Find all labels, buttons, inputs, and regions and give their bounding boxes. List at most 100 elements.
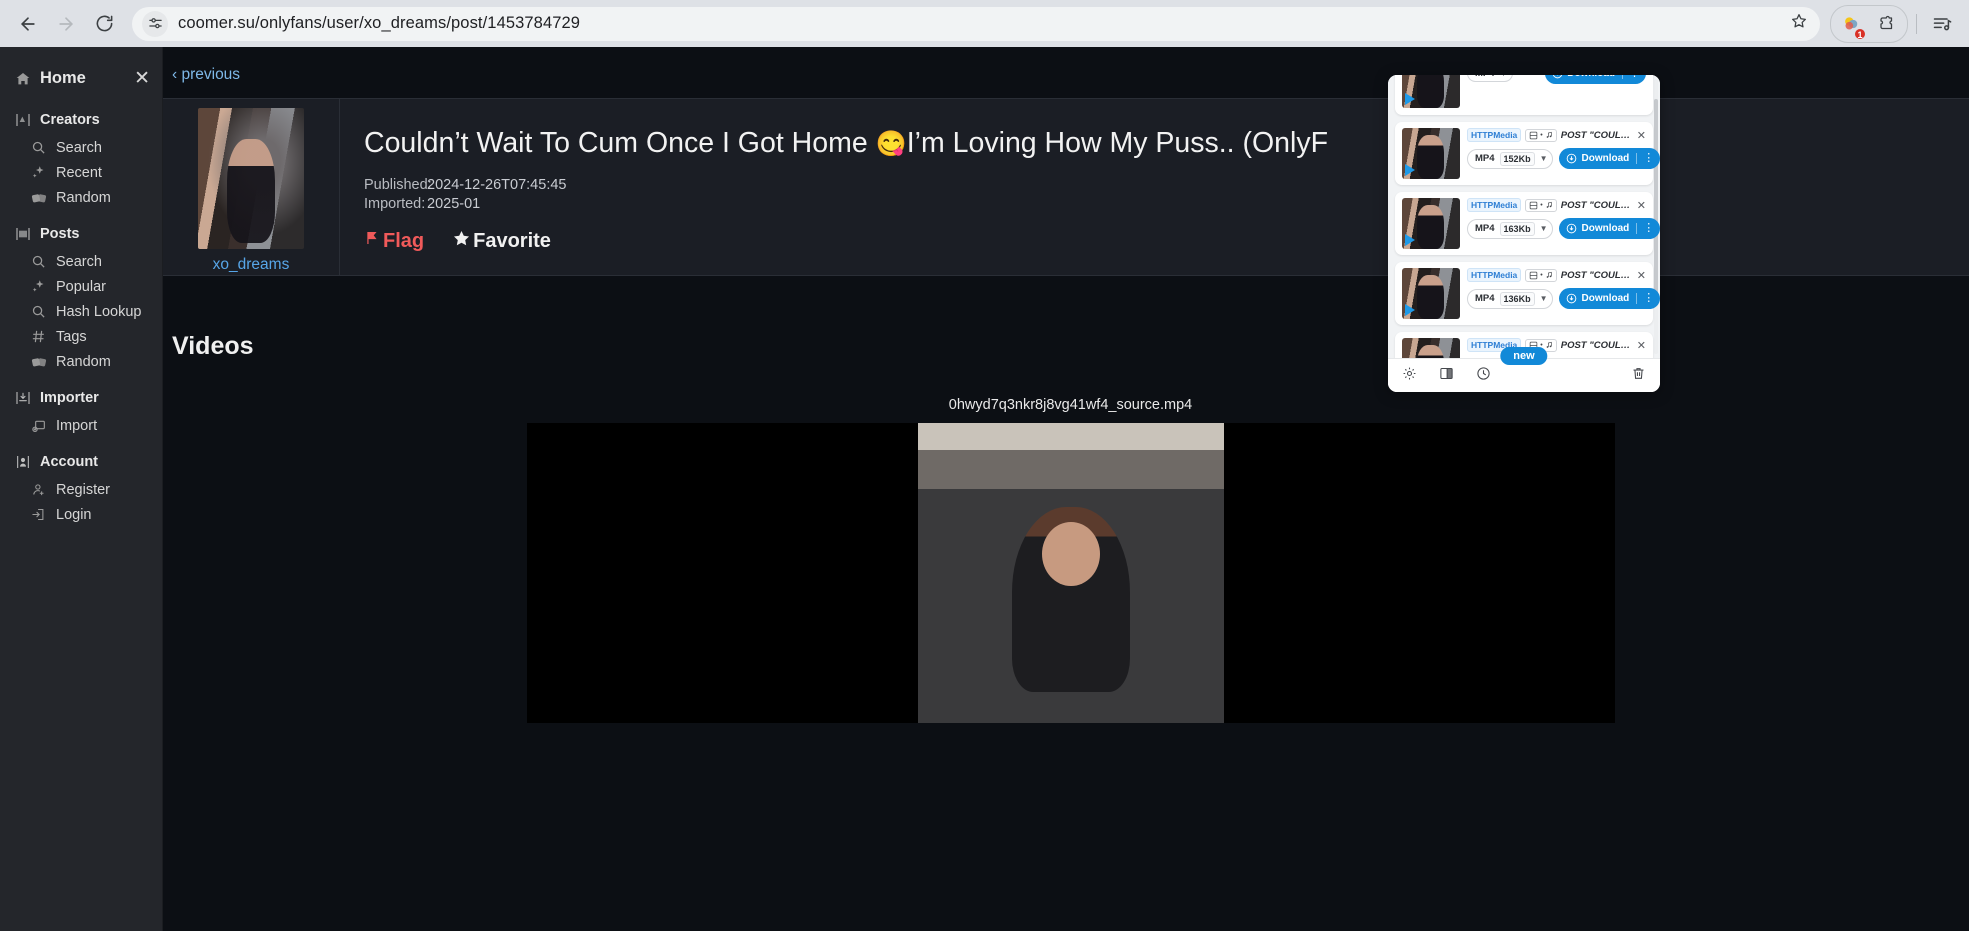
sidebar: Home ✕ Creators Search Recent Random Pos… — [0, 47, 163, 931]
download-details: HTTPMedia • POST "COULDN’T... ✕ MP4 — [1467, 268, 1660, 319]
address-bar[interactable]: coomer.su/onlyfans/user/xo_dreams/post/1… — [132, 6, 1820, 41]
download-button[interactable]: Download ⋮ — [1559, 148, 1660, 169]
extension-action-icon[interactable]: 1 — [1834, 7, 1868, 41]
url-text: coomer.su/onlyfans/user/xo_dreams/post/1… — [178, 14, 581, 32]
sidebar-item-posts-hash-lookup[interactable]: Hash Lookup — [0, 299, 162, 324]
downloads-list-icon[interactable] — [1925, 7, 1959, 41]
sidebar-group-posts[interactable]: Posts — [0, 218, 162, 249]
download-arrow-icon — [1559, 153, 1577, 164]
close-icon[interactable]: ✕ — [1635, 269, 1646, 282]
more-options-icon[interactable]: ⋮ — [1636, 223, 1660, 234]
download-item[interactable]: HTTPMedia • POST "COULDN’T... ✕ MP4 — [1395, 262, 1660, 325]
file-size: 136Kb — [1499, 291, 1535, 306]
sidebar-item-import[interactable]: Import — [0, 413, 162, 438]
format-selector[interactable]: MP4 ▼ — [1467, 75, 1514, 82]
site-settings-icon[interactable] — [142, 10, 168, 37]
download-list[interactable]: MP4 ▼ Download ⋮ — [1388, 75, 1660, 358]
sidebar-item-label: Register — [56, 481, 110, 498]
sidebar-group-label: Creators — [40, 111, 100, 128]
flag-icon — [364, 229, 380, 253]
sidebar-group-creators[interactable]: Creators — [0, 104, 162, 135]
sparkle-icon — [30, 164, 47, 181]
format-selector[interactable]: MP4 152Kb ▼ — [1467, 148, 1554, 169]
close-icon[interactable]: ✕ — [1635, 199, 1646, 212]
download-item[interactable]: HTTPMedia • POST "COULDN’T... ✕ MP4 — [1395, 192, 1660, 255]
download-manager-popup[interactable]: MP4 ▼ Download ⋮ — [1388, 75, 1660, 392]
scrollbar-thumb[interactable] — [1654, 99, 1658, 297]
flag-button[interactable]: Flag — [364, 229, 424, 253]
download-title-row: HTTPMedia • POST "COULDN’T... ✕ — [1467, 198, 1646, 212]
more-options-icon[interactable]: ⋮ — [1622, 75, 1646, 79]
sidebar-group-account[interactable]: Account — [0, 446, 162, 477]
format-label: MP4 — [1475, 153, 1495, 164]
history-clock-icon[interactable] — [1476, 366, 1491, 386]
chevron-down-icon[interactable]: ▼ — [1540, 294, 1548, 303]
sidebar-item-posts-random[interactable]: Random — [0, 349, 162, 374]
download-button[interactable]: Download ⋮ — [1559, 288, 1660, 309]
register-icon — [30, 481, 47, 498]
creator-card[interactable]: xo_dreams — [163, 99, 340, 275]
download-item[interactable]: HTTPMedia • POST "COULDN’T... ✕ MP4 — [1395, 122, 1660, 185]
sidebar-item-home[interactable]: Home ✕ — [0, 61, 162, 96]
sidebar-item-register[interactable]: Register — [0, 477, 162, 502]
page-body: Home ✕ Creators Search Recent Random Pos… — [0, 47, 1969, 931]
close-icon[interactable]: ✕ — [1635, 339, 1646, 352]
video-player[interactable] — [526, 423, 1615, 723]
play-icon — [1405, 93, 1415, 105]
favorite-button[interactable]: Favorite — [452, 229, 551, 254]
download-button-label: Download — [1581, 293, 1630, 304]
post-dates: Published: 2024-12-26T07:45:45 Imported:… — [364, 177, 1969, 212]
dice-icon — [30, 353, 47, 370]
more-options-icon[interactable]: ⋮ — [1636, 293, 1660, 304]
sidebar-item-creators-random[interactable]: Random — [0, 185, 162, 210]
format-selector[interactable]: MP4 163Kb ▼ — [1467, 218, 1554, 239]
download-button[interactable]: Download ⋮ — [1559, 218, 1660, 239]
download-action-row: MP4 163Kb ▼ Download ⋮ — [1467, 218, 1660, 239]
chevron-down-icon[interactable]: ▼ — [1540, 154, 1548, 163]
reload-button[interactable] — [86, 6, 122, 42]
sidebar-item-login[interactable]: Login — [0, 502, 162, 527]
download-button[interactable]: Download ⋮ — [1545, 75, 1646, 84]
close-icon[interactable]: ✕ — [1635, 129, 1646, 142]
close-icon[interactable]: ✕ — [134, 67, 150, 90]
login-icon — [30, 506, 47, 523]
back-button[interactable] — [10, 6, 46, 42]
download-button-label: Download — [1581, 153, 1630, 164]
published-row: Published: 2024-12-26T07:45:45 — [364, 177, 1969, 193]
sidebar-item-label: Random — [56, 353, 111, 370]
download-details: HTTPMedia • POST "COULDN’T... ✕ MP4 — [1467, 128, 1660, 179]
more-options-icon[interactable]: ⋮ — [1636, 153, 1660, 164]
dice-icon — [30, 189, 47, 206]
download-details: HTTPMedia • POST "COULDN’T... ✕ MP4 — [1467, 338, 1646, 358]
previous-link[interactable]: ‹ previous — [163, 47, 1969, 98]
sidebar-item-label: Login — [56, 506, 92, 523]
creators-icon — [14, 111, 31, 128]
chevron-down-icon[interactable]: ▼ — [1540, 224, 1548, 233]
sidebar-item-creators-search[interactable]: Search — [0, 135, 162, 160]
extensions-puzzle-icon[interactable] — [1870, 7, 1904, 41]
sidebar-item-label: Search — [56, 139, 102, 156]
creator-name-link[interactable]: xo_dreams — [213, 256, 290, 274]
video-audio-mux-icon: • — [1525, 128, 1557, 142]
sidebar-item-creators-recent[interactable]: Recent — [0, 160, 162, 185]
toolbar-divider — [1916, 13, 1917, 34]
import-icon — [30, 417, 47, 434]
sidebar-panel-icon[interactable] — [1439, 366, 1454, 386]
published-value: 2024-12-26T07:45:45 — [427, 176, 567, 193]
sidebar-group-label: Account — [40, 453, 98, 470]
forward-button[interactable] — [48, 6, 84, 42]
videos-section: Videos 0hwyd7q3nkr8j8vg41wf4_source.mp4 — [163, 276, 1969, 723]
bookmark-star-icon[interactable] — [1790, 12, 1808, 35]
sidebar-item-posts-tags[interactable]: Tags — [0, 324, 162, 349]
sidebar-group-importer[interactable]: Importer — [0, 382, 162, 413]
new-badge[interactable]: new — [1500, 347, 1548, 365]
post-title-text-b: I’m Loving How My Puss.. (OnlyF — [906, 127, 1329, 159]
download-item[interactable]: MP4 ▼ Download ⋮ — [1395, 75, 1653, 115]
sidebar-item-posts-popular[interactable]: Popular — [0, 274, 162, 299]
video-filename: 0hwyd7q3nkr8j8vg41wf4_source.mp4 — [948, 397, 1193, 413]
format-selector[interactable]: MP4 136Kb ▼ — [1467, 288, 1554, 309]
sidebar-item-posts-search[interactable]: Search — [0, 249, 162, 274]
chevron-down-icon[interactable]: ▼ — [1500, 75, 1508, 78]
settings-gear-icon[interactable] — [1402, 366, 1417, 386]
trash-icon[interactable] — [1631, 366, 1646, 386]
